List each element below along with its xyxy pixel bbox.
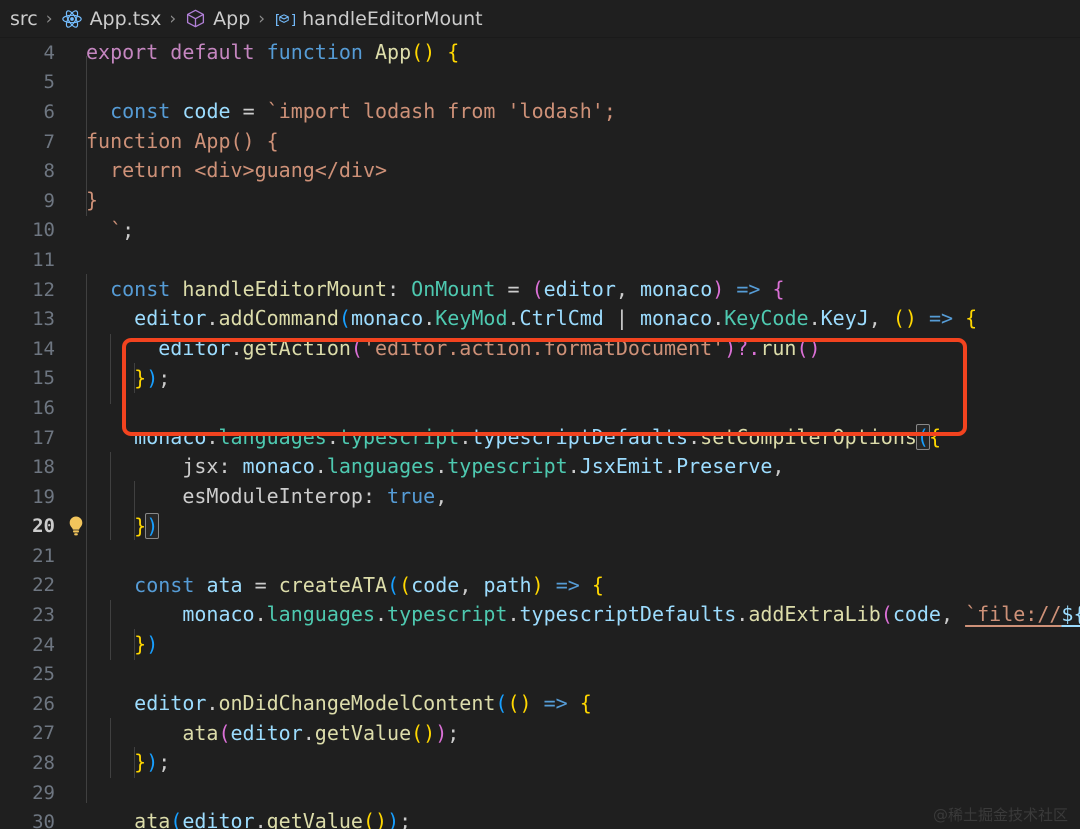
code-line[interactable]: 29 [0, 778, 1080, 808]
code-line[interactable]: 11 [0, 245, 1080, 275]
code-text: }) [134, 512, 160, 539]
gutter[interactable] [66, 515, 86, 537]
chevron-right-icon: › [45, 8, 53, 29]
symbol-cube-icon [184, 8, 206, 30]
code-line[interactable]: 30 ata(editor.getValue()); [0, 807, 1080, 829]
line-number: 10 [32, 219, 55, 242]
line-number: 7 [43, 130, 55, 153]
line-number: 19 [32, 485, 55, 508]
line-number: 22 [32, 574, 55, 597]
code-line[interactable]: 8 return <div>guang</div> [0, 156, 1080, 186]
line-number: 8 [43, 160, 55, 183]
code-text: editor.onDidChangeModelContent(() => { [134, 691, 592, 716]
code-line[interactable]: 26 editor.onDidChangeModelContent(() => … [0, 689, 1080, 719]
line-number: 27 [32, 722, 55, 745]
react-atom-icon [61, 8, 83, 30]
line-number: 12 [32, 278, 55, 301]
code-text: editor.addCommand(monaco.KeyMod.CtrlCmd … [134, 306, 978, 331]
chevron-right-icon: › [169, 8, 177, 29]
line-number: 16 [32, 396, 55, 419]
line-number: 14 [32, 337, 55, 360]
code-line[interactable]: 25 [0, 659, 1080, 689]
line-number: 23 [32, 604, 55, 627]
breadcrumb-label: src [10, 7, 38, 30]
code-line-active[interactable]: 20 }) [0, 512, 1080, 542]
code-line[interactable]: 9 } [0, 186, 1080, 216]
code-line[interactable]: 23 monaco.languages.typescript.typescrip… [0, 600, 1080, 630]
code-line[interactable]: 15 }); [0, 364, 1080, 394]
code-line[interactable]: 21 [0, 541, 1080, 571]
line-number: 17 [32, 426, 55, 449]
code-line[interactable]: 28 }); [0, 748, 1080, 778]
code-line[interactable]: 5 [0, 68, 1080, 98]
code-line[interactable]: 17 monaco.languages.typescript.typescrip… [0, 423, 1080, 453]
code-line[interactable]: 22 const ata = createATA((code, path) =>… [0, 571, 1080, 601]
code-text: esModuleInterop: true, [182, 483, 448, 508]
line-number: 13 [32, 308, 55, 331]
bracket-match-highlight: ) [145, 512, 160, 539]
breadcrumb-label: App.tsx [89, 7, 162, 30]
code-line[interactable]: 7 function App() { [0, 127, 1080, 157]
code-text: }) [134, 631, 159, 656]
line-number: 25 [32, 663, 55, 686]
code-line[interactable]: 6 const code = `import lodash from 'loda… [0, 97, 1080, 127]
code-line[interactable]: 19 esModuleInterop: true, [0, 482, 1080, 512]
line-number: 20 [32, 515, 55, 538]
code-line[interactable]: 14 editor.getAction('editor.action.forma… [0, 334, 1080, 364]
code-text: ata(editor.getValue()); [182, 720, 460, 745]
code-text: monaco.languages.typescript.typescriptDe… [182, 602, 1080, 627]
code-line[interactable]: 4 export default function App() { [0, 38, 1080, 68]
code-text: monaco.languages.typescript.typescriptDe… [134, 423, 941, 450]
line-number: 30 [32, 811, 55, 829]
breadcrumb[interactable]: src › App.tsx › App › [ ] [0, 0, 1080, 38]
line-number: 21 [32, 544, 55, 567]
code-text: `; [86, 217, 135, 242]
code-text: export default function App() { [86, 40, 460, 64]
line-number: 6 [43, 100, 55, 123]
line-number: 9 [43, 189, 55, 212]
code-text: jsx: monaco.languages.typescript.JsxEmit… [182, 454, 785, 479]
code-line[interactable]: 12 const handleEditorMount: OnMount = (e… [0, 275, 1080, 305]
breadcrumb-label: handleEditorMount [302, 7, 483, 30]
bracket-match-highlight: ( [915, 423, 930, 450]
svg-text:]: ] [290, 12, 295, 28]
code-line[interactable]: 10 `; [0, 216, 1080, 246]
line-number: 4 [43, 41, 55, 64]
code-text: } [86, 187, 99, 212]
code-editor[interactable]: 4 export default function App() { 5 6 co… [0, 38, 1080, 829]
chevron-right-icon: › [258, 8, 266, 29]
line-number: 5 [43, 71, 55, 94]
code-text: return <div>guang</div> [86, 158, 388, 183]
breadcrumb-item-handle-editor-mount[interactable]: [ ] handleEditorMount [273, 8, 483, 30]
code-line[interactable]: 18 jsx: monaco.languages.typescript.JsxE… [0, 452, 1080, 482]
line-number: 28 [32, 752, 55, 775]
code-text: }); [134, 365, 171, 390]
code-text: const code = `import lodash from 'lodash… [110, 99, 616, 124]
breadcrumb-label: App [213, 7, 251, 30]
code-line[interactable]: 13 editor.addCommand(monaco.KeyMod.CtrlC… [0, 304, 1080, 334]
line-number: 24 [32, 633, 55, 656]
line-number: 15 [32, 367, 55, 390]
breadcrumb-item-app-tsx[interactable]: App.tsx [61, 7, 162, 30]
breadcrumb-item-src[interactable]: src [10, 8, 38, 30]
code-text: const ata = createATA((code, path) => { [134, 572, 604, 597]
watermark-text: @稀土掘金技术社区 [932, 806, 1068, 824]
line-number: 29 [32, 781, 55, 804]
code-text: editor.getAction('editor.action.formatDo… [158, 335, 821, 360]
lightbulb-quickfix-icon[interactable] [66, 515, 86, 537]
line-number: 18 [32, 456, 55, 479]
breadcrumb-item-app-symbol[interactable]: App [184, 8, 250, 30]
line-number: 11 [32, 248, 55, 271]
code-text: const handleEditorMount: OnMount = (edit… [110, 276, 785, 301]
symbol-method-icon: [ ] [273, 8, 295, 30]
code-line[interactable]: 16 [0, 393, 1080, 423]
line-number: 26 [32, 692, 55, 715]
code-line[interactable]: 24 }) [0, 630, 1080, 660]
code-text: ata(editor.getValue()); [134, 809, 412, 829]
code-line[interactable]: 27 ata(editor.getValue()); [0, 719, 1080, 749]
code-text: function App() { [86, 128, 279, 153]
code-text: }); [134, 750, 171, 775]
